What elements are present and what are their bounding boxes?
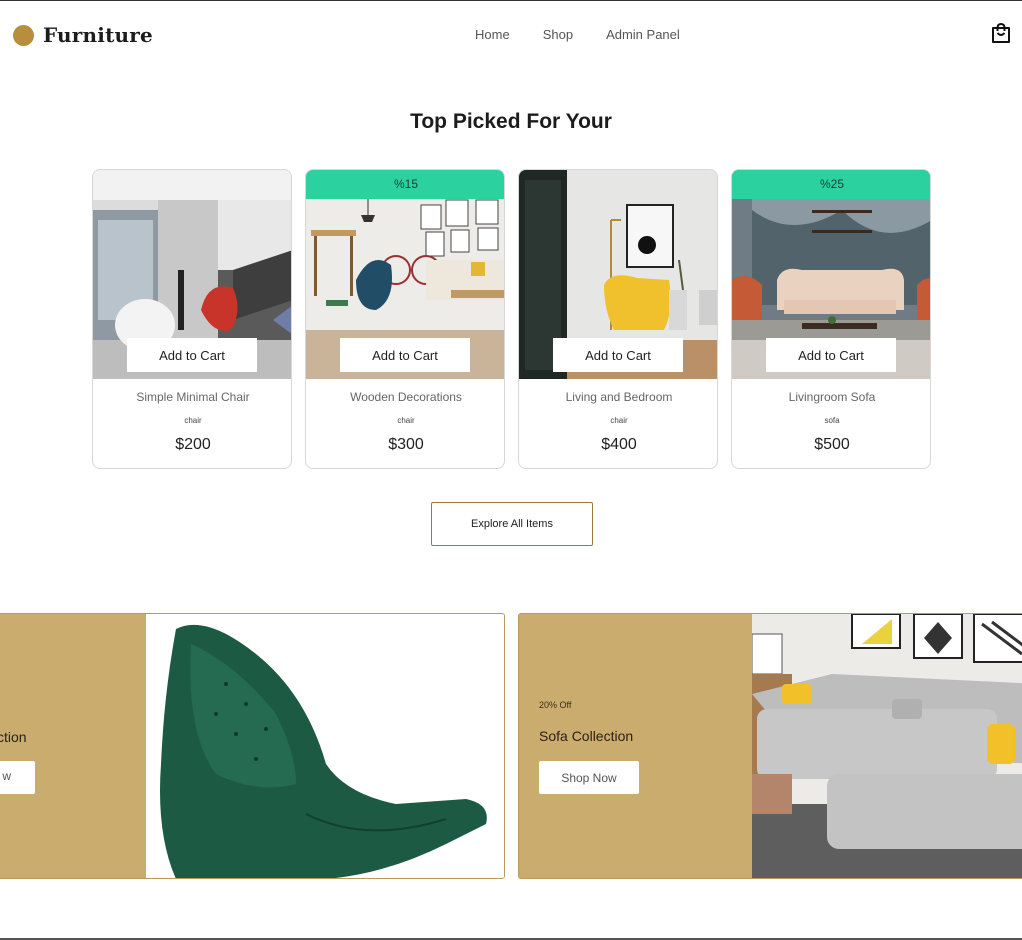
banner-shop-button[interactable]: Shop Now	[539, 761, 639, 794]
product-card[interactable]: %15 Add to Cart Wooden Decorations chair…	[305, 169, 505, 469]
discount-badge: %15	[306, 170, 504, 199]
discount-badge: %25	[732, 170, 930, 199]
add-to-cart-button[interactable]: Add to Cart	[553, 338, 683, 372]
product-card[interactable]: %25 Add to Cart Livingroom Sofa sofa $50…	[731, 169, 931, 469]
product-card[interactable]: Add to Cart Simple Minimal Chair chair $…	[92, 169, 292, 469]
nav-admin-panel[interactable]: Admin Panel	[606, 27, 680, 42]
promo-banner: 20% Off Sofa Collection Shop Now	[518, 613, 1022, 879]
brand-name: Furniture	[43, 23, 153, 47]
product-card[interactable]: Add to Cart Living and Bedroom chair $40…	[518, 169, 718, 469]
nav-shop[interactable]: Shop	[543, 27, 573, 42]
logo-mark	[13, 24, 34, 46]
top-border	[0, 0, 1022, 1]
product-name: Living and Bedroom	[565, 390, 673, 404]
explore-all-button[interactable]: Explore All Items	[431, 502, 593, 546]
banner-image	[146, 614, 504, 878]
product-category: chair	[610, 416, 628, 425]
add-to-cart-button[interactable]: Add to Cart	[340, 338, 470, 372]
product-name: Livingroom Sofa	[788, 390, 876, 404]
product-category: chair	[397, 416, 415, 425]
section-title: Top Picked For Your	[410, 110, 612, 133]
product-price: $500	[814, 436, 850, 453]
product-price: $200	[175, 436, 211, 453]
product-category: sofa	[824, 416, 840, 425]
brand-logo[interactable]: Furniture	[13, 23, 153, 47]
banner-image	[752, 614, 1022, 878]
product-price: $400	[601, 436, 637, 453]
nav-home[interactable]: Home	[475, 27, 510, 42]
product-category: chair	[184, 416, 202, 425]
product-name: Simple Minimal Chair	[136, 390, 250, 404]
banner-title: Sofa Collection	[539, 728, 634, 744]
add-to-cart-button[interactable]: Add to Cart	[127, 338, 257, 372]
banner-title: ction	[0, 729, 27, 745]
add-to-cart-button[interactable]: Add to Cart	[766, 338, 896, 372]
banner-shop-button[interactable]: w	[0, 761, 35, 794]
product-price: $300	[388, 436, 424, 453]
product-name: Wooden Decorations	[350, 390, 462, 404]
shopping-bag-icon[interactable]	[990, 22, 1012, 44]
main-nav: Home Shop Admin Panel	[475, 27, 680, 42]
banner-discount: 20% Off	[539, 700, 572, 710]
promo-banner: ction w	[0, 613, 505, 879]
